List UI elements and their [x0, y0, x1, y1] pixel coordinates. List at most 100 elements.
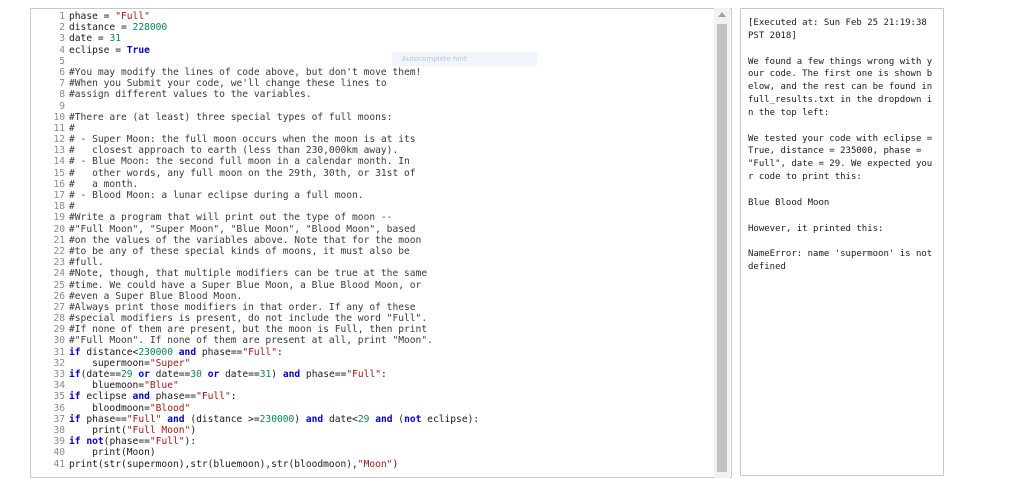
code-text[interactable]: # - Blue Moon: the second full moon in a… — [69, 156, 410, 167]
code-line[interactable]: 30 #"Full Moon". If none of them are pres… — [31, 335, 717, 346]
code-line[interactable]: 7 #When you Submit your code, we'll chang… — [31, 78, 717, 89]
code-line[interactable]: 25 #time. We could have a Super Blue Moon… — [31, 280, 717, 291]
code-text[interactable]: eclipse = True — [69, 45, 150, 56]
line-number: 21 — [53, 234, 65, 246]
code-line[interactable]: 28 #special modifiers is present, do not … — [31, 313, 717, 324]
code-text[interactable]: #full. — [69, 257, 104, 268]
code-line[interactable]: 17 # - Blood Moon: a lunar eclipse during… — [31, 190, 717, 201]
code-line[interactable]: 21 #on the values of the variables above.… — [31, 235, 717, 246]
code-text[interactable]: # a month. — [69, 179, 138, 190]
code-text[interactable]: #When you Submit your code, we'll change… — [69, 78, 387, 89]
line-number: 4 — [59, 44, 65, 56]
code-line[interactable]: 35 if eclipse and phase=="Full": — [31, 391, 717, 402]
code-text[interactable]: #to be any of these special kinds of moo… — [69, 246, 410, 257]
code-text[interactable]: bloodmoon="Blood" — [69, 403, 190, 414]
code-line[interactable]: 41 print(str(supermoon),str(bluemoon),str… — [31, 459, 717, 470]
code-line[interactable]: 37 if phase=="Full" and (distance >=23000… — [31, 414, 717, 425]
code-line[interactable]: 11 # — [31, 123, 717, 134]
code-text[interactable]: #"Full Moon", "Super Moon", "Blue Moon",… — [69, 224, 416, 235]
code-line[interactable]: 22 #to be any of these special kinds of m… — [31, 246, 717, 257]
line-number: 41 — [53, 458, 65, 470]
code-line[interactable]: 5 — [31, 56, 717, 67]
code-line[interactable]: 39 if not(phase=="Full"): — [31, 436, 717, 447]
code-line[interactable]: 3 date = 31 — [31, 33, 717, 44]
code-line[interactable]: 8 #assign different values to the variabl… — [31, 89, 717, 100]
code-line[interactable]: 2 distance = 228000 — [31, 22, 717, 33]
code-line[interactable]: 19 #Write a program that will print out t… — [31, 212, 717, 223]
code-text[interactable]: #time. We could have a Super Blue Moon, … — [69, 280, 421, 291]
code-text[interactable]: #Note, though, that multiple modifiers c… — [69, 268, 427, 279]
code-text[interactable]: if eclipse and phase=="Full": — [69, 391, 237, 402]
code-text[interactable]: print(Moon) — [69, 447, 156, 458]
code-text[interactable]: # — [69, 123, 75, 134]
code-text[interactable]: supermoon="Super" — [69, 358, 190, 369]
code-line[interactable]: 15 # other words, any full moon on the 29… — [31, 168, 717, 179]
code-line[interactable]: 18 # — [31, 201, 717, 212]
code-line[interactable]: 31 if distance<230000 and phase=="Full": — [31, 347, 717, 358]
code-text[interactable]: if distance<230000 and phase=="Full": — [69, 347, 283, 358]
code-line[interactable]: 27 #Always print those modifiers in that … — [31, 302, 717, 313]
code-text[interactable]: #Write a program that will print out the… — [69, 212, 392, 223]
line-number: 7 — [59, 78, 65, 90]
code-text[interactable]: print(str(supermoon),str(bluemoon),str(b… — [69, 459, 398, 470]
code-text[interactable]: #Always print those modifiers in that or… — [69, 302, 416, 313]
code-line[interactable]: 33 if(date==29 or date==30 or date==31) a… — [31, 369, 717, 380]
however-message: However, it printed this: — [748, 223, 884, 234]
code-line[interactable]: 12 # - Super Moon: the full moon occurs w… — [31, 134, 717, 145]
code-text[interactable]: #You may modify the lines of code above,… — [69, 67, 421, 78]
line-number: 2 — [59, 22, 65, 34]
code-text[interactable]: print("Full Moon") — [69, 425, 196, 436]
code-text[interactable]: if(date==29 or date==30 or date==31) and… — [69, 369, 387, 380]
code-line[interactable]: 26 #even a Super Blue Blood Moon. — [31, 291, 717, 302]
code-line[interactable]: 24 #Note, though, that multiple modifiers… — [31, 268, 717, 279]
code-text[interactable]: bluemoon="Blue" — [69, 380, 179, 391]
code-line[interactable]: 23 #full. — [31, 257, 717, 268]
line-number: 37 — [53, 413, 65, 425]
line-number: 6 — [59, 66, 65, 78]
code-text[interactable]: phase = "Full" — [69, 11, 150, 22]
code-line[interactable]: 38 print("Full Moon") — [31, 425, 717, 436]
code-line[interactable]: 10 #There are (at least) three special ty… — [31, 112, 717, 123]
code-text[interactable]: # closest approach to earth (less than 2… — [69, 145, 398, 156]
code-text[interactable]: #assign different values to the variable… — [69, 89, 312, 100]
code-text[interactable]: # — [69, 201, 75, 212]
code-line[interactable]: 32 supermoon="Super" — [31, 358, 717, 369]
code-line[interactable]: 9 — [31, 101, 717, 112]
scroll-up-arrow-icon[interactable] — [718, 12, 726, 17]
code-editor[interactable]: 1 phase = "Full" 2 distance = 228000 3 date =… — [30, 8, 732, 478]
line-number: 12 — [53, 134, 65, 146]
code-line[interactable]: 4 eclipse = True — [31, 45, 717, 56]
code-text[interactable]: if not(phase=="Full"): — [69, 436, 196, 447]
code-text[interactable]: date = 31 — [69, 33, 121, 44]
code-text[interactable]: #special modifiers is present, do not in… — [69, 313, 427, 324]
code-line[interactable]: 40 print(Moon) — [31, 447, 717, 458]
code-line[interactable]: 36 bloodmoon="Blood" — [31, 403, 717, 414]
code-text[interactable]: # other words, any full moon on the 29th… — [69, 168, 416, 179]
code-line[interactable]: 16 # a month. — [31, 179, 717, 190]
code-text[interactable]: # - Super Moon: the full moon occurs whe… — [69, 134, 416, 145]
code-line[interactable]: 34 bluemoon="Blue" — [31, 380, 717, 391]
scrollbar-thumb[interactable] — [717, 24, 727, 472]
code-line[interactable]: 1 phase = "Full" — [31, 11, 717, 22]
code-lines[interactable]: 1 phase = "Full" 2 distance = 228000 3 date =… — [31, 11, 717, 470]
code-line[interactable]: 29 #If none of them are present, but the … — [31, 324, 717, 335]
code-text[interactable]: # - Blood Moon: a lunar eclipse during a… — [69, 190, 364, 201]
code-text[interactable]: #on the values of the variables above. N… — [69, 235, 421, 246]
code-text[interactable]: #If none of them are present, but the mo… — [69, 324, 427, 335]
editor-scrollbar[interactable] — [714, 8, 730, 478]
code-text[interactable]: distance = 228000 — [69, 22, 167, 33]
expected-output: Blue Blood Moon — [748, 197, 830, 208]
line-number: 11 — [53, 122, 65, 134]
line-number: 10 — [53, 111, 65, 123]
code-line[interactable]: 20 #"Full Moon", "Super Moon", "Blue Moon… — [31, 224, 717, 235]
code-line[interactable]: 13 # closest approach to earth (less than… — [31, 145, 717, 156]
code-text[interactable]: #There are (at least) three special type… — [69, 112, 392, 123]
code-text[interactable]: #"Full Moon". If none of them are presen… — [69, 335, 433, 346]
code-text[interactable]: if phase=="Full" and (distance >=230000)… — [69, 414, 479, 425]
code-text[interactable]: #even a Super Blue Blood Moon. — [69, 291, 242, 302]
line-number: 29 — [53, 324, 65, 336]
line-number: 17 — [53, 190, 65, 201]
line-number: 3 — [59, 33, 65, 45]
code-line[interactable]: 6 #You may modify the lines of code above… — [31, 67, 717, 78]
code-line[interactable]: 14 # - Blue Moon: the second full moon in… — [31, 156, 717, 167]
